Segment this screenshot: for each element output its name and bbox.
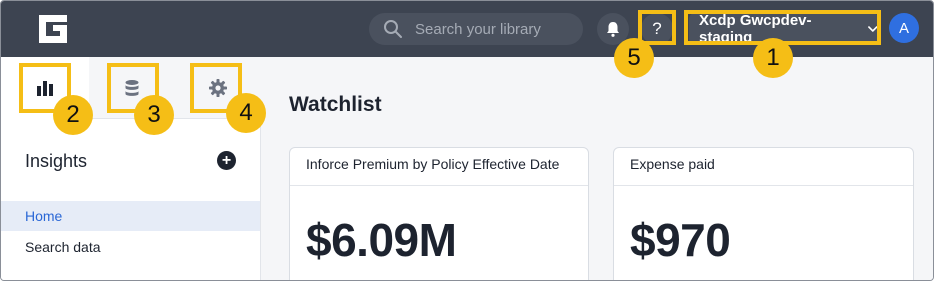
callout-badge-2: 2 [53,95,93,135]
search-bar[interactable] [369,13,583,45]
kpi-card[interactable]: Expense paid $970 [613,147,914,280]
app-logo[interactable] [37,13,69,45]
sidebar-item-home[interactable]: Home [1,201,260,231]
sidebar-item-label: Home [25,208,63,224]
app-window: ? Xcdp Gwcpdev-staging A [0,0,934,281]
logo-icon [39,15,67,43]
add-insight-button[interactable]: + [217,151,236,170]
bell-icon [607,22,619,37]
insights-section-title: Insights [25,151,88,171]
kpi-card-value: $6.09M [306,214,457,266]
avatar[interactable]: A [889,13,919,43]
main-content: Watchlist Inforce Premium by Policy Effe… [262,57,933,280]
callout-badge-4: 4 [226,93,266,133]
card-divider [290,185,588,186]
sidebar-item-search-data[interactable]: Search data [1,232,260,262]
kpi-card-title: Inforce Premium by Policy Effective Date [306,156,560,172]
page-title: Watchlist [289,93,382,116]
search-icon [384,20,402,38]
kpi-card-value: $970 [630,214,731,266]
callout-badge-1: 1 [753,38,793,78]
kpi-card-title: Expense paid [630,156,715,172]
callout-badge-5: 5 [614,38,654,78]
kpi-card[interactable]: Inforce Premium by Policy Effective Date… [289,147,589,280]
search-input[interactable] [415,20,575,38]
callout-badge-3: 3 [134,95,174,135]
sidebar-item-label: Search data [25,239,101,255]
card-divider [614,185,913,186]
